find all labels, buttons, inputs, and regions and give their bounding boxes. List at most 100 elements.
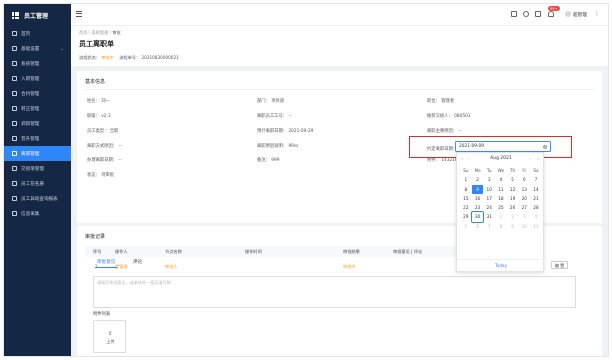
calendar-day[interactable]: 10: [518, 222, 530, 231]
sidebar-item[interactable]: 转正管理: [4, 101, 71, 116]
calendar-day[interactable]: 22: [460, 203, 472, 212]
calendar-day[interactable]: 17: [483, 194, 495, 203]
flow-status-label: 流程状态：: [79, 55, 100, 60]
sidebar-item-label: 离职管理: [21, 151, 40, 157]
calendar-day[interactable]: 29: [460, 212, 472, 221]
user-name[interactable]: 超管理: [573, 12, 587, 18]
calendar-day[interactable]: 30: [470, 211, 485, 223]
breadcrumb-parent[interactable]: 离职管理: [92, 30, 109, 35]
calendar-day[interactable]: 31: [483, 212, 495, 221]
calendar-day[interactable]: 13: [518, 185, 530, 194]
calendar-day[interactable]: 11: [530, 222, 542, 231]
sidebar-item[interactable]: 合约管理: [4, 86, 71, 101]
upload-button[interactable]: ↥ 上传: [93, 320, 126, 353]
calendar-day[interactable]: 2: [472, 175, 484, 184]
calendar-day[interactable]: 3: [518, 212, 530, 221]
today-button[interactable]: Today: [457, 263, 545, 268]
calendar-day[interactable]: 8: [460, 185, 472, 194]
agreed-date-input[interactable]: 2021-09-09 ×: [455, 141, 551, 152]
calendar-day[interactable]: 5: [460, 222, 472, 231]
calendar-day[interactable]: 8: [495, 222, 507, 231]
sidebar-item[interactable]: 离职管理: [4, 146, 71, 161]
calendar-day[interactable]: 12: [507, 185, 519, 194]
calendar-day[interactable]: 3: [483, 175, 495, 184]
menu-toggle-icon[interactable]: [76, 11, 82, 17]
col-time: 操作时间: [245, 249, 262, 254]
calendar-day[interactable]: 14: [530, 185, 542, 194]
calendar-day[interactable]: 24: [483, 203, 495, 212]
sidebar-item-label: 合约管理: [21, 91, 40, 97]
next-month-icon[interactable]: ›: [530, 156, 532, 161]
comment-textarea[interactable]: 请填写审批意见，或者休补一意见请写稿: [93, 276, 576, 308]
tab-comment[interactable]: 评论: [133, 259, 142, 265]
sidebar-item[interactable]: 信息采集: [4, 206, 71, 221]
calendar-day[interactable]: 1: [495, 212, 507, 221]
flow-no-label: 流程单号：: [119, 55, 141, 60]
breadcrumb: 首页 / 离职管理 / 审批: [79, 30, 121, 36]
tab-opinion[interactable]: 审批意见: [97, 259, 115, 265]
sidebar-item[interactable]: 员工花名册: [4, 176, 71, 191]
calendar-day[interactable]: 5: [507, 175, 519, 184]
calendar-day[interactable]: 28: [530, 203, 542, 212]
calendar-day[interactable]: 1: [460, 175, 472, 184]
sidebar-item[interactable]: 晋升管理: [4, 131, 71, 146]
calendar-day[interactable]: 27: [518, 203, 530, 212]
calendar-day[interactable]: 6: [518, 175, 530, 184]
clear-icon[interactable]: ×: [542, 144, 547, 149]
calendar-day[interactable]: 4: [530, 212, 542, 221]
calendar-day[interactable]: 4: [495, 175, 507, 184]
notification-badge: 99+: [548, 6, 560, 11]
calendar-day[interactable]: 7: [530, 175, 542, 184]
row-action-button[interactable]: 编 置: [551, 261, 568, 269]
row-result: 审批中: [343, 264, 356, 269]
sidebar-item[interactable]: 交接单管理: [4, 161, 71, 176]
calendar-day[interactable]: 16: [472, 194, 484, 203]
more-icon[interactable]: ⋮: [594, 10, 600, 17]
calendar-grid: Su Mo Tu We Th Fr Sa 1 2 3 4 5 6 7 8 9 10 11 12 13 14 15 16 17 1…: [460, 166, 542, 231]
sidebar-item[interactable]: 系统管理: [4, 56, 71, 71]
breadcrumb-home[interactable]: 首页: [79, 30, 87, 35]
sidebar-item[interactable]: 调岗管理: [4, 116, 71, 131]
field-main-reason: 离职主要原因： --: [427, 129, 462, 134]
sidebar-item-label: 调岗管理: [21, 121, 40, 127]
calendar-day[interactable]: 26: [507, 203, 519, 212]
calendar-day[interactable]: 18: [495, 194, 507, 203]
sidebar-item-label: 晋升管理: [21, 136, 40, 142]
weekday-label: Fr: [522, 168, 527, 173]
menu-icon: [12, 121, 17, 126]
next-year-icon[interactable]: »: [537, 156, 539, 161]
calendar-day[interactable]: 20: [518, 194, 530, 203]
calendar-day[interactable]: 7: [483, 222, 495, 231]
field-name: 姓名： 刘一: [87, 99, 110, 104]
sidebar-item-label: 转正管理: [21, 106, 40, 112]
sidebar-item[interactable]: 员工异动查询报表: [4, 191, 71, 206]
sidebar-item-label: 系统管理: [21, 61, 40, 67]
home-icon[interactable]: [511, 11, 517, 17]
avatar[interactable]: [565, 11, 571, 17]
flow-status-value: 审批中: [101, 55, 114, 60]
message-icon[interactable]: [535, 11, 541, 17]
calendar-day[interactable]: 25: [495, 203, 507, 212]
calendar-day[interactable]: 15: [460, 194, 472, 203]
help-icon[interactable]: [523, 11, 529, 17]
calendar-day[interactable]: 23: [472, 203, 484, 212]
calendar-day[interactable]: 2: [507, 212, 519, 221]
calendar-day[interactable]: 6: [472, 222, 484, 231]
divider: [85, 89, 594, 90]
calendar-day[interactable]: 10: [483, 185, 495, 194]
field-position: 职位： 管理者: [427, 99, 455, 104]
sidebar-item[interactable]: 入职管理: [4, 71, 71, 86]
col-operator: 操作人: [115, 249, 128, 254]
menu-icon: [12, 106, 17, 111]
calendar-day[interactable]: 21: [530, 194, 542, 203]
bell-icon[interactable]: [548, 11, 554, 17]
calendar-day[interactable]: 9: [507, 222, 519, 231]
sidebar-item[interactable]: 首页: [4, 26, 71, 41]
sidebar-item-label: 交接单管理: [21, 166, 44, 172]
calendar-day[interactable]: 19: [507, 194, 519, 203]
breadcrumb-sep: /: [88, 30, 91, 35]
calendar-day[interactable]: 11: [495, 185, 507, 194]
menu-icon: [12, 196, 17, 201]
sidebar-item[interactable]: 基础设置 ⌄: [4, 41, 71, 56]
calendar-day[interactable]: 9: [471, 184, 484, 194]
